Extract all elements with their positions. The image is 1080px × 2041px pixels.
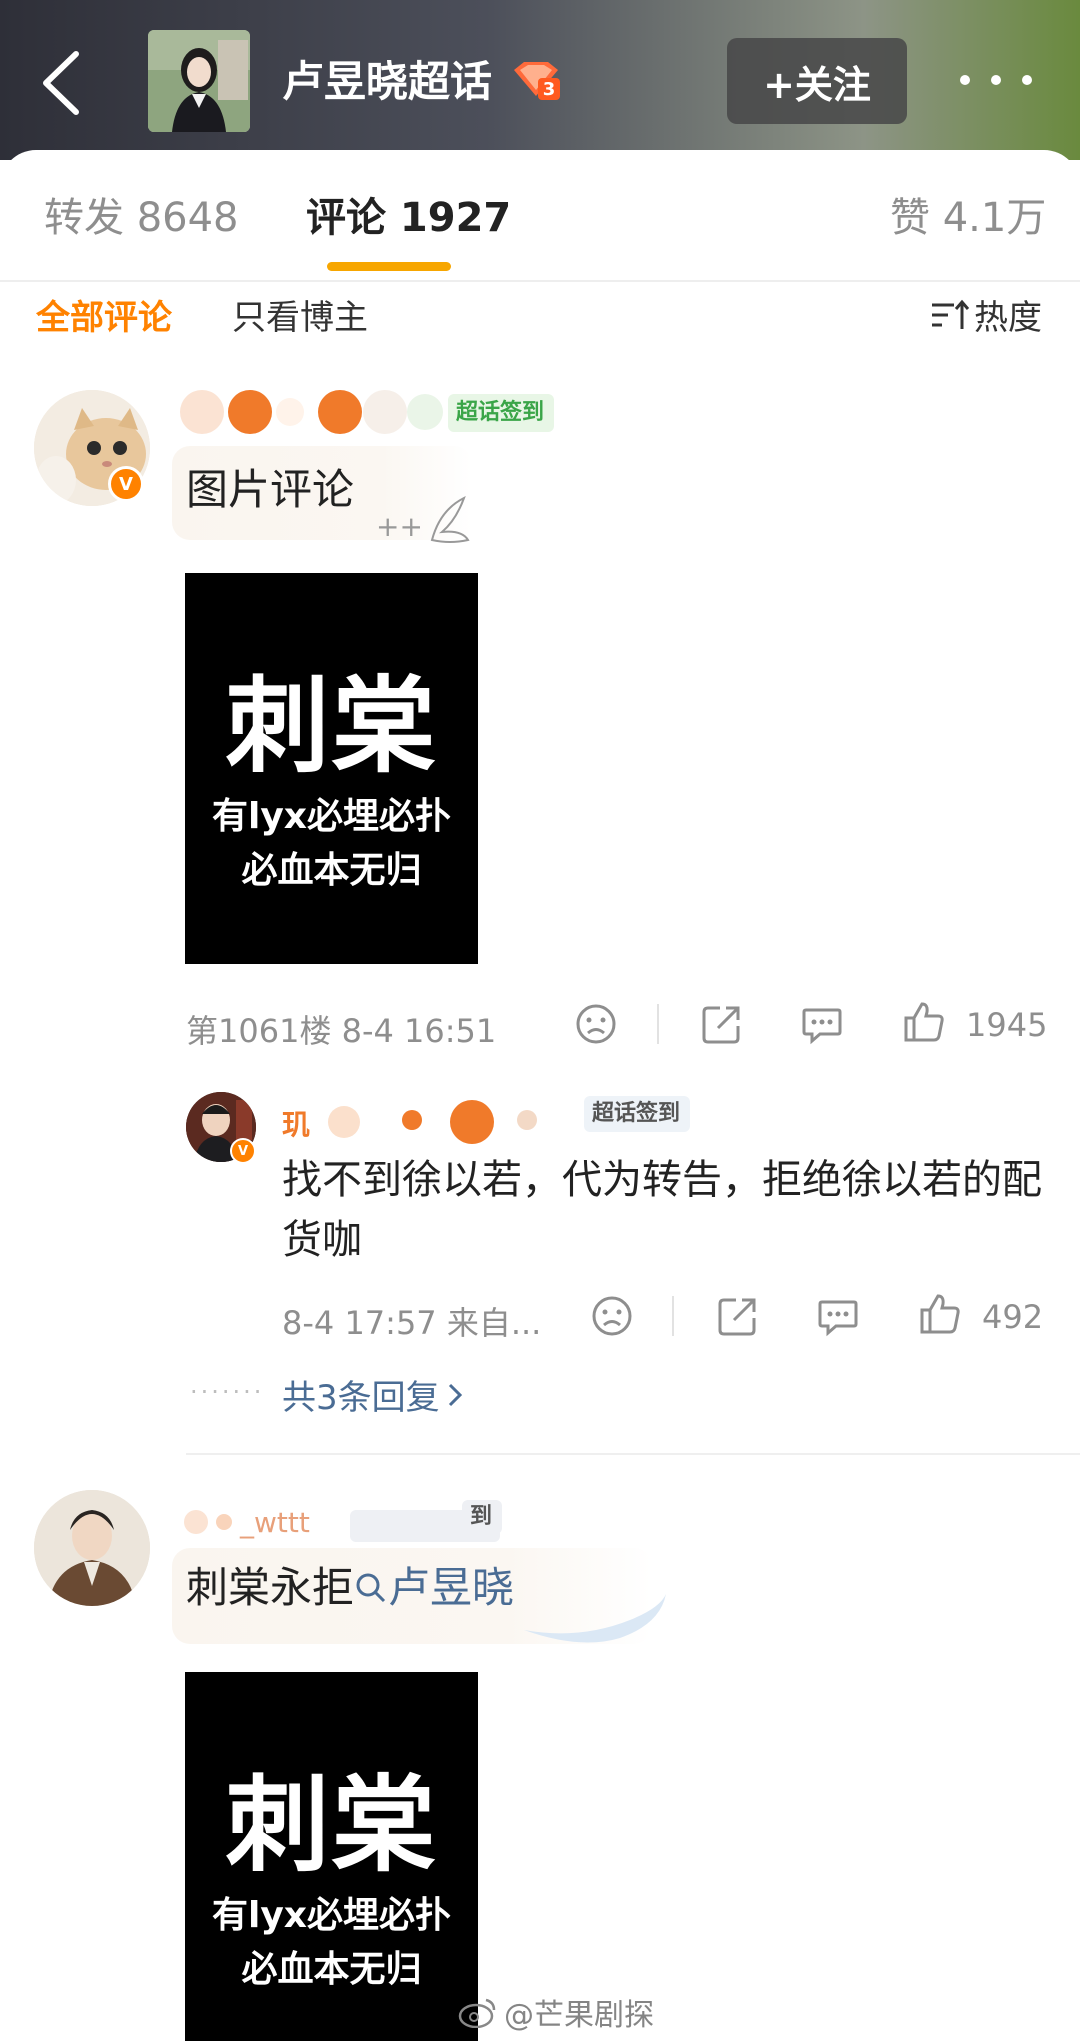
view-more-replies-link[interactable]: 共3条回复	[282, 1370, 464, 1419]
reply-leader-dots: ·······	[190, 1378, 265, 1406]
poster-line-1: 有lyx必埋必扑	[211, 1895, 452, 1936]
comment-meta: 第1061楼 8-4 16:51	[186, 1012, 497, 1050]
follow-button[interactable]: +关注	[727, 38, 907, 124]
like-thumb-icon[interactable]	[902, 1000, 946, 1044]
poster-title: 刺棠	[225, 1764, 438, 1886]
watermark-text: @芒果剧探	[504, 1998, 654, 2033]
supertopic-avatar[interactable]	[148, 30, 250, 132]
supertopic-checkin-badge: 到	[462, 1500, 503, 1534]
comment-image-poster[interactable]: 刺棠 有lyx必埋必扑 必血本无归	[185, 573, 478, 964]
share-icon[interactable]	[700, 1002, 744, 1046]
more-options-icon[interactable]	[960, 60, 1032, 100]
avatar[interactable]	[34, 1490, 150, 1606]
svg-text:玑: 玑	[282, 1108, 310, 1141]
like-thumb-icon[interactable]	[918, 1292, 962, 1336]
svg-text:_wttt: _wttt	[239, 1506, 310, 1539]
page-title: 卢昱晓超话	[282, 57, 493, 106]
dislike-face-icon[interactable]	[590, 1294, 634, 1338]
reply-text: 找不到徐以若，代为转告，拒绝徐以若的配货咖	[282, 1157, 1042, 1263]
comment-icon[interactable]	[800, 1002, 844, 1046]
supertopic-checkin-badge: 超话签到	[448, 394, 555, 432]
comment-text: 刺棠永拒 卢昱晓	[186, 1563, 515, 1612]
poster-line-2: 必血本无归	[241, 850, 422, 891]
username-blurred[interactable]: _wttt	[180, 1500, 510, 1548]
active-tab-indicator	[327, 262, 451, 271]
tab-reposts[interactable]: 转发 8648	[44, 190, 239, 246]
dislike-face-icon[interactable]	[574, 1002, 618, 1046]
poster-title: 刺棠	[225, 665, 438, 787]
poster-line-2: 必血本无归	[241, 1949, 422, 1990]
back-arrow-icon[interactable]	[38, 50, 82, 116]
verified-badge-icon: V	[108, 466, 144, 502]
tab-likes[interactable]: 赞 4.1万	[890, 190, 1046, 246]
svg-text:++: ++	[376, 510, 423, 543]
portrait-image-icon	[148, 30, 250, 132]
comment-text: 图片评论	[186, 465, 355, 514]
weibo-logo-icon	[458, 1998, 496, 2028]
tab-comments[interactable]: 评论 1927	[306, 190, 511, 246]
tab-bar: 转发 8648 评论 1927 赞 4.1万	[0, 150, 1080, 280]
man-portrait-icon	[34, 1490, 150, 1606]
supertopic-level-badge-icon: 3	[514, 62, 560, 100]
search-icon	[356, 1573, 386, 1603]
divider	[672, 1296, 674, 1336]
chevron-right-icon	[448, 1383, 462, 1406]
comment-icon[interactable]	[816, 1294, 860, 1338]
supertopic-checkin-badge: 超话签到	[584, 1096, 691, 1132]
wing-decoration-icon	[524, 1594, 666, 1643]
content-card	[0, 150, 1080, 2041]
reply-meta: 8-4 17:57 来自...	[282, 1304, 542, 1342]
filter-all-comments[interactable]: 全部评论	[36, 290, 172, 339]
sort-by-heat-button[interactable]: 热度	[930, 290, 1042, 339]
comment-filter-bar: 全部评论 只看博主 热度	[0, 282, 1080, 352]
watermark: @芒果剧探	[458, 1990, 654, 2034]
divider	[186, 1453, 1080, 1455]
poster-line-1: 有lyx必埋必扑	[211, 796, 452, 837]
more-replies-label: 共3条回复	[282, 1378, 440, 1418]
filter-host-only[interactable]: 只看博主	[232, 290, 368, 339]
divider	[657, 1004, 659, 1044]
like-count: 1945	[966, 1006, 1048, 1044]
sort-label: 热度	[974, 298, 1042, 338]
username-blurred[interactable]: 玑	[282, 1098, 582, 1146]
level-number: 3	[543, 79, 556, 100]
follow-label: +关注	[763, 62, 871, 107]
like-count: 492	[982, 1298, 1044, 1336]
sort-icon	[932, 299, 970, 329]
butterfly-decoration-icon: ++	[376, 495, 470, 543]
username-blurred[interactable]	[180, 388, 460, 436]
verified-badge-icon: V	[230, 1138, 256, 1164]
comment-image-poster[interactable]: 刺棠 有lyx必埋必扑 必血本无归	[185, 1672, 478, 2041]
top-header: 卢昱晓超话 3 +关注	[0, 0, 1080, 160]
topic-link[interactable]: 卢昱晓	[354, 1563, 514, 1612]
share-icon[interactable]	[716, 1294, 760, 1338]
